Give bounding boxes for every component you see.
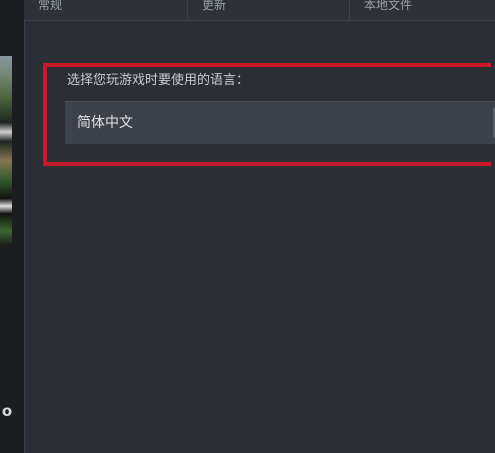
language-dropdown[interactable]: 简体中文 [65, 101, 495, 144]
properties-window: o 常规 更新 本地文件 选择您玩游戏时要使用的语言： 简体中文 [0, 0, 495, 453]
tab-updates[interactable]: 更新 [188, 0, 350, 20]
game-thumbnail[interactable] [0, 56, 12, 246]
language-section: 选择您玩游戏时要使用的语言： 简体中文 [43, 63, 495, 173]
language-prompt-label: 选择您玩游戏时要使用的语言： [67, 73, 250, 88]
tab-local-files[interactable]: 本地文件 [350, 0, 495, 20]
properties-tabs: 常规 更新 本地文件 [24, 0, 495, 21]
library-sidebar-strip: o [0, 0, 25, 453]
language-selected-value: 简体中文 [77, 115, 133, 131]
tab-general[interactable]: 常规 [24, 0, 188, 20]
sidebar-glyph: o [1, 402, 13, 420]
